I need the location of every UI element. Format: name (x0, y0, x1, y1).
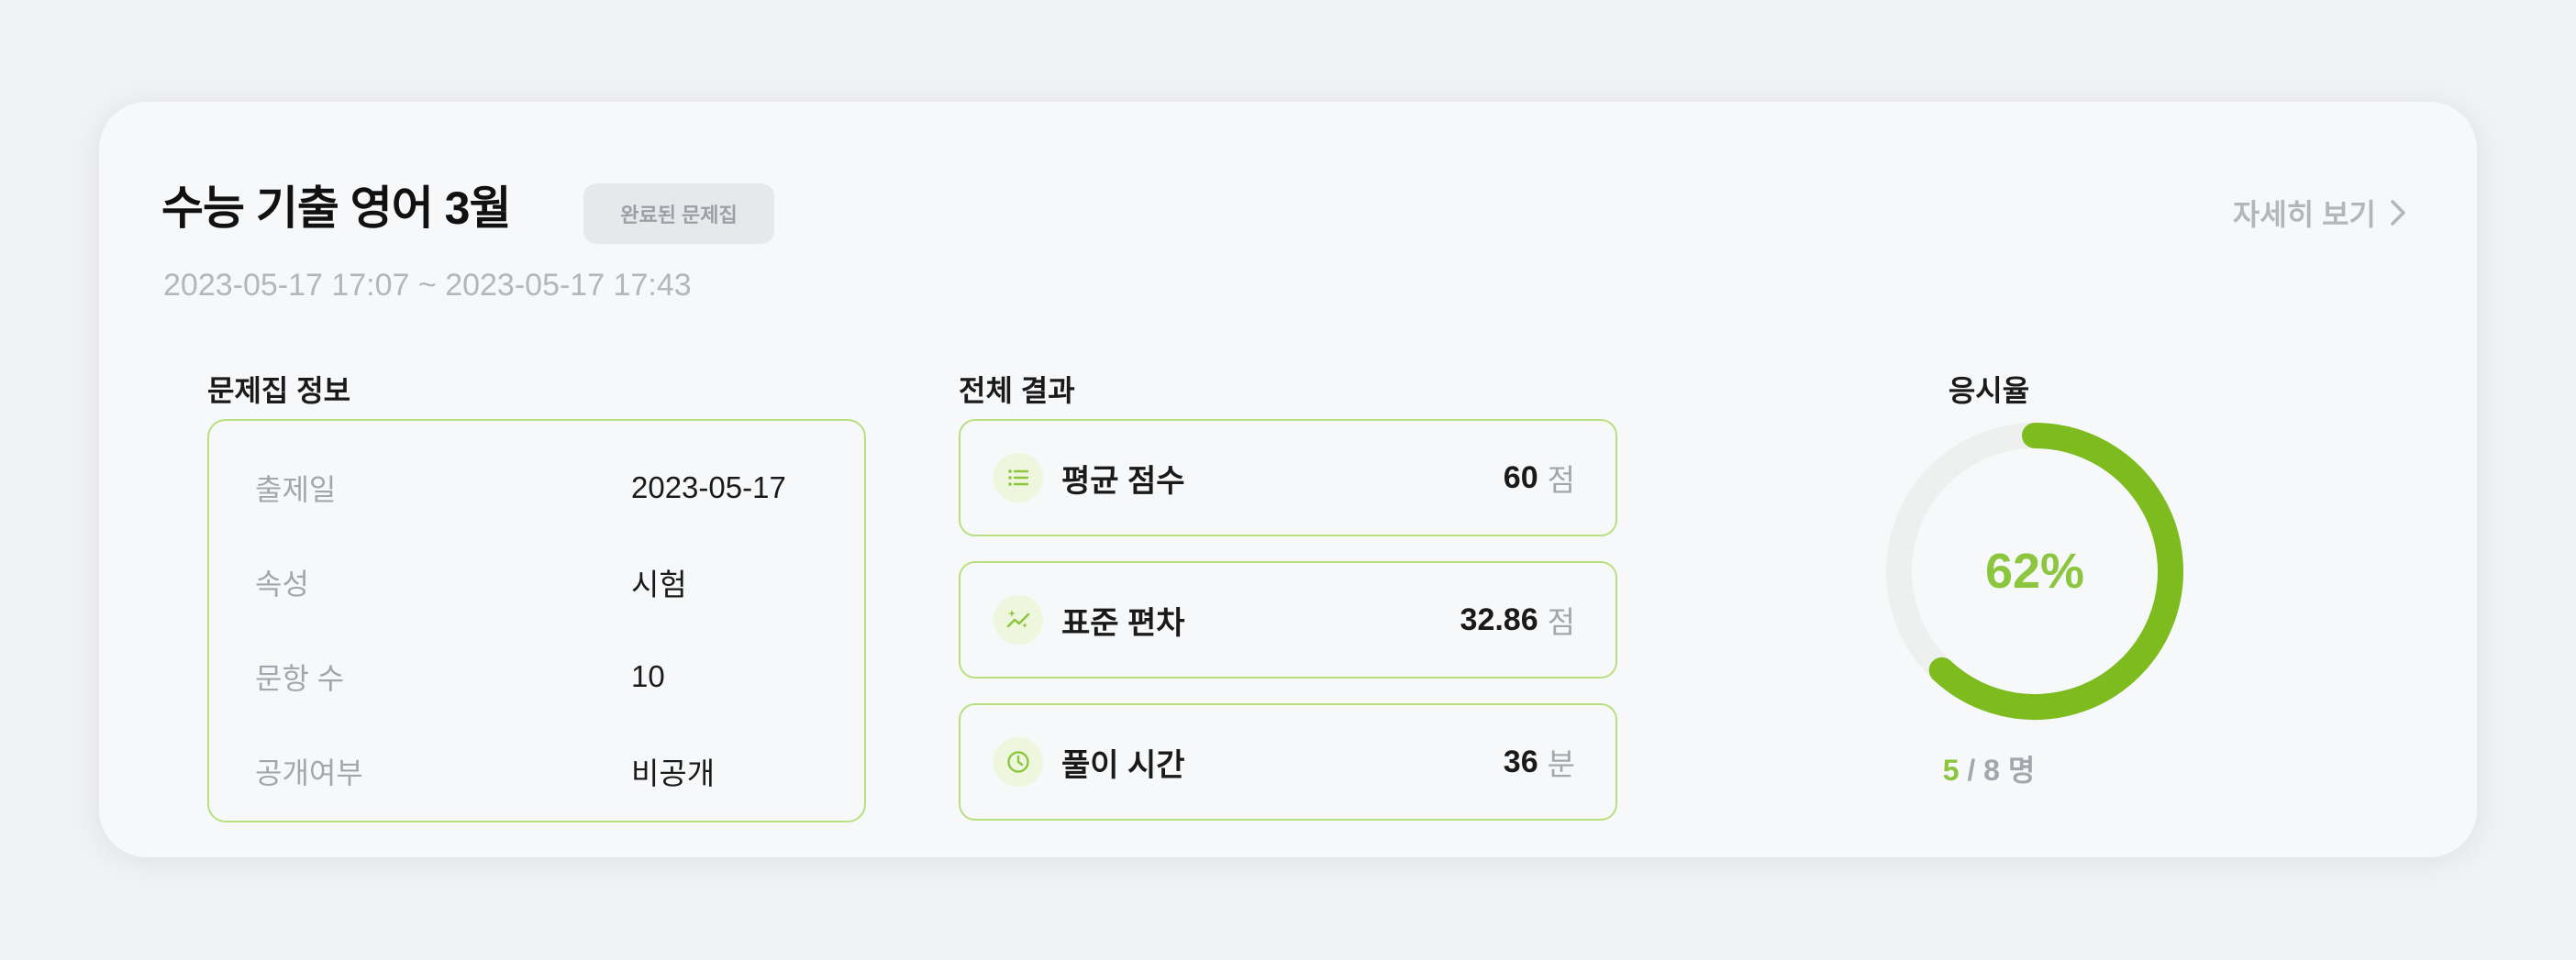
chevron-right-icon (2391, 200, 2405, 226)
result-value: 36 (1503, 744, 1538, 779)
info-value: 비공개 (631, 756, 716, 790)
info-row-count: 문항 수 10 (255, 654, 824, 700)
result-value: 60 (1503, 459, 1538, 495)
info-value: 시험 (631, 568, 687, 601)
info-key: 문항 수 (255, 662, 345, 695)
workbook-card: 수능 기출 영어 3월 완료된 문제집 2023-05-17 17:07 ~ 2… (99, 102, 2477, 857)
info-row-date: 출제일 2023-05-17 (255, 465, 824, 511)
count-separator: / (1967, 754, 1976, 787)
result-unit: 점 (1547, 605, 1575, 639)
taken-count: 5 (1942, 754, 1960, 787)
clock-icon (994, 737, 1043, 787)
count-unit: 명 (2007, 754, 2036, 787)
info-row-visibility: 공개여부 비공개 (255, 748, 824, 794)
result-label: 풀이 시간 (1061, 747, 1185, 783)
rate-percent: 62% (1984, 544, 2085, 599)
sparkle-trend-icon (994, 595, 1043, 645)
view-details-label: 자세히 보기 (2232, 198, 2376, 231)
result-unit: 분 (1547, 747, 1575, 781)
page-title: 수능 기출 영어 3월 (161, 182, 511, 234)
info-value: 2023-05-17 (631, 470, 786, 504)
results-section-title: 전체 결과 (959, 374, 1075, 407)
list-icon (994, 453, 1043, 502)
info-row-type: 속성 시험 (255, 559, 824, 605)
status-badge: 완료된 문제집 (583, 183, 774, 244)
result-value: 32.86 (1460, 601, 1538, 637)
info-box: 출제일 2023-05-17 속성 시험 문항 수 10 공개여부 비공개 (207, 419, 866, 822)
result-average-score: 평균 점수 60 점 (959, 419, 1617, 536)
total-count: 8 (1983, 754, 2000, 787)
result-solve-time: 풀이 시간 36 분 (959, 703, 1617, 821)
result-label: 평균 점수 (1061, 463, 1185, 499)
result-label: 표준 편차 (1061, 605, 1185, 641)
date-range: 2023-05-17 17:07 ~ 2023-05-17 17:43 (163, 268, 692, 303)
info-value: 10 (631, 659, 665, 693)
rate-title: 응시율 (1948, 374, 2030, 407)
view-details-link[interactable]: 자세히 보기 (2233, 192, 2409, 234)
info-key: 속성 (255, 568, 309, 601)
result-std-deviation: 표준 편차 32.86 점 (959, 561, 1617, 679)
info-section-title: 문제집 정보 (207, 374, 351, 407)
result-unit: 점 (1547, 463, 1575, 497)
info-key: 공개여부 (255, 756, 363, 789)
info-key: 출제일 (255, 473, 337, 506)
participant-count: 5 / 8 명 (1897, 747, 2081, 789)
